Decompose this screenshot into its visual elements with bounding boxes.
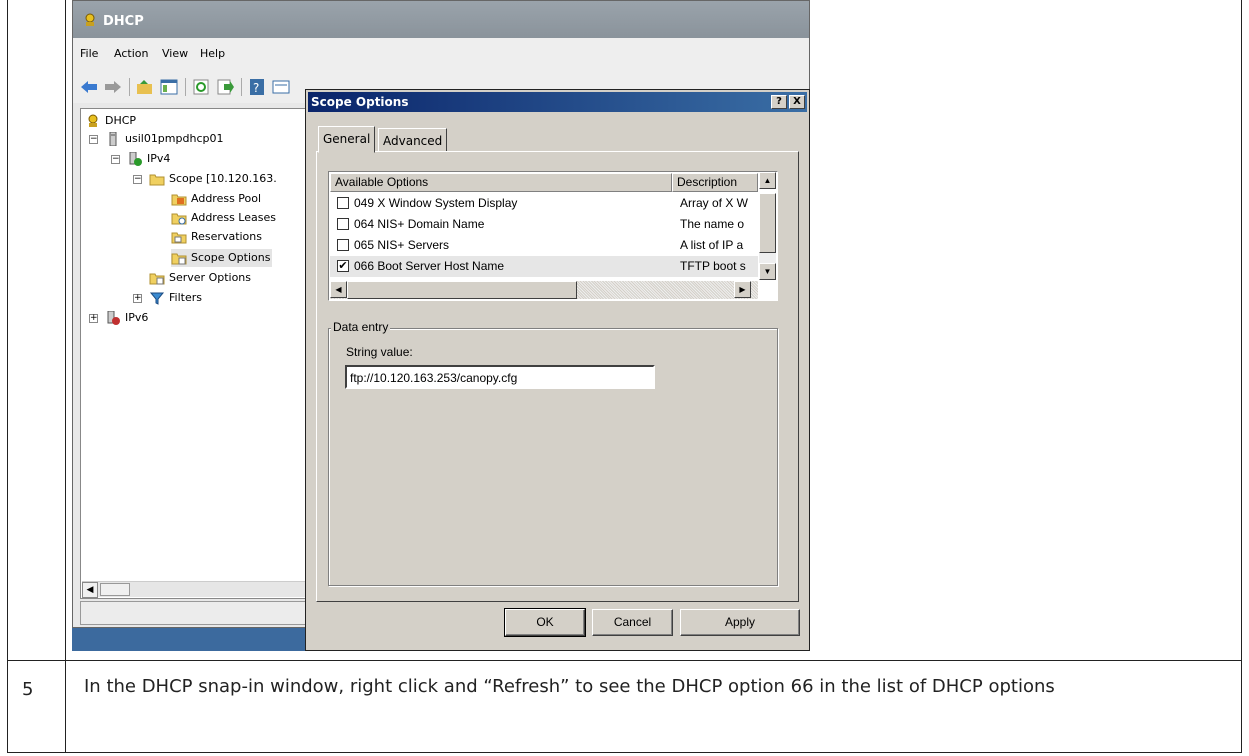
show-hide-tree-icon[interactable] [159,78,179,96]
ipv4-icon [129,152,142,166]
address-leases-icon [171,213,187,225]
apply-button[interactable]: Apply [680,609,800,636]
tree-item-ipv6[interactable]: IPv6 [105,309,148,327]
server-options-icon [149,273,165,285]
tree-horizontal-scrollbar[interactable]: ◀ [82,581,307,598]
scope-options-icon [171,253,187,265]
status-bar [80,601,309,625]
refresh-icon[interactable] [191,78,211,96]
list-horizontal-scrollbar[interactable]: ◀ ▶ [330,281,758,299]
tree-item-scope[interactable]: Scope [10.120.163. [149,170,277,188]
list-item[interactable]: 049 X Window System Display Array of X W [330,193,758,214]
available-options-list: Available Options Description 049 X Wind… [328,171,778,301]
menu-action[interactable]: Action [114,47,148,60]
tree-item-ipv4[interactable]: IPv4 [127,150,170,168]
folder-icon [149,174,165,186]
list-item[interactable]: 065 NIS+ Servers A list of IP a [330,235,758,256]
window-title: DHCP [103,14,144,29]
export-icon[interactable] [215,78,235,96]
scroll-right-icon[interactable]: ▶ [734,281,751,298]
step-number: 5 [22,679,34,700]
console-tree: DHCP − usil01pmpdhcp01 − IPv4 − Scope [1… [80,108,309,599]
forward-icon[interactable] [103,78,123,96]
dialog-title-bar[interactable]: Scope Options ? X [308,92,807,112]
option-checkbox[interactable] [337,218,349,230]
tree-item-reservations[interactable]: Reservations [171,228,262,246]
scroll-down-icon[interactable]: ▼ [759,263,776,280]
properties-icon[interactable] [271,78,291,96]
help-icon[interactable]: ? [247,78,267,96]
horizontal-scroll-thumb[interactable] [347,281,577,299]
column-header-options[interactable]: Available Options [330,173,672,192]
scroll-up-icon[interactable]: ▲ [759,172,776,189]
option-checkbox-checked[interactable]: ✔ [337,260,349,272]
back-icon[interactable] [79,78,99,96]
dialog-title: Scope Options [311,95,409,109]
tab-general[interactable]: General [318,126,376,153]
address-pool-icon [171,194,187,206]
scope-options-dialog: Scope Options ? X General Advanced Avail… [305,89,810,651]
scroll-thumb[interactable] [100,583,130,596]
column-header-description[interactable]: Description [672,173,758,192]
menu-bar: File Action View Help [73,38,809,69]
list-item-selected[interactable]: ✔ 066 Boot Server Host Name TFTP boot s [330,256,758,277]
option-checkbox[interactable] [337,239,349,251]
toolbar-separator [241,78,242,96]
reservations-icon [171,232,187,244]
ipv6-icon [107,311,120,325]
ok-button[interactable]: OK [504,608,586,637]
tree-item-server[interactable]: usil01pmpdhcp01 [105,130,223,148]
cancel-button[interactable]: Cancel [592,609,673,636]
help-button[interactable]: ? [771,95,787,109]
up-folder-icon[interactable] [135,78,155,96]
tree-item-address-pool[interactable]: Address Pool [171,190,261,208]
tab-advanced[interactable]: Advanced [378,128,448,152]
filter-icon [149,292,165,305]
menu-file[interactable]: File [80,47,98,60]
row-divider [8,660,1241,661]
expand-filters-icon[interactable]: + [133,294,142,303]
window-title-bar[interactable]: DHCP [73,1,809,38]
collapse-ipv4-icon[interactable]: − [111,155,120,164]
option-checkbox[interactable] [337,197,349,209]
collapse-server-icon[interactable]: − [89,135,98,144]
tree-item-server-options[interactable]: Server Options [149,269,251,287]
string-value-input[interactable]: ftp://10.120.163.253/canopy.cfg [345,365,655,389]
toolbar-separator [185,78,186,96]
screenshot: DHCP File Action View Help ? DHCP − usil… [72,0,810,651]
scroll-left-icon[interactable]: ◀ [330,281,347,298]
tree-item-filters[interactable]: Filters [149,289,202,307]
close-button[interactable]: X [789,95,805,109]
tree-item-address-leases[interactable]: Address Leases [171,209,276,227]
list-vertical-scrollbar[interactable]: ▲ ▼ [759,172,776,280]
scroll-left-icon[interactable]: ◀ [82,582,98,598]
data-entry-label: Data entry [331,320,391,334]
expand-ipv6-icon[interactable]: + [89,314,98,323]
string-value-label: String value: [346,345,413,359]
dhcp-app-icon [85,13,95,26]
collapse-scope-icon[interactable]: − [133,175,142,184]
tree-item-dhcp[interactable]: DHCP [85,112,136,130]
column-divider [65,0,66,752]
toolbar-separator [129,78,130,96]
svg-text:?: ? [253,81,259,95]
menu-help[interactable]: Help [200,47,225,60]
list-item[interactable]: 064 NIS+ Domain Name The name o [330,214,758,235]
server-icon [109,132,117,146]
tree-item-scope-options[interactable]: Scope Options [171,249,273,267]
dhcp-icon [88,114,98,127]
step-instruction: In the DHCP snap-in window, right click … [84,676,1055,697]
menu-view[interactable]: View [162,47,188,60]
vertical-scroll-thumb[interactable] [759,193,776,253]
